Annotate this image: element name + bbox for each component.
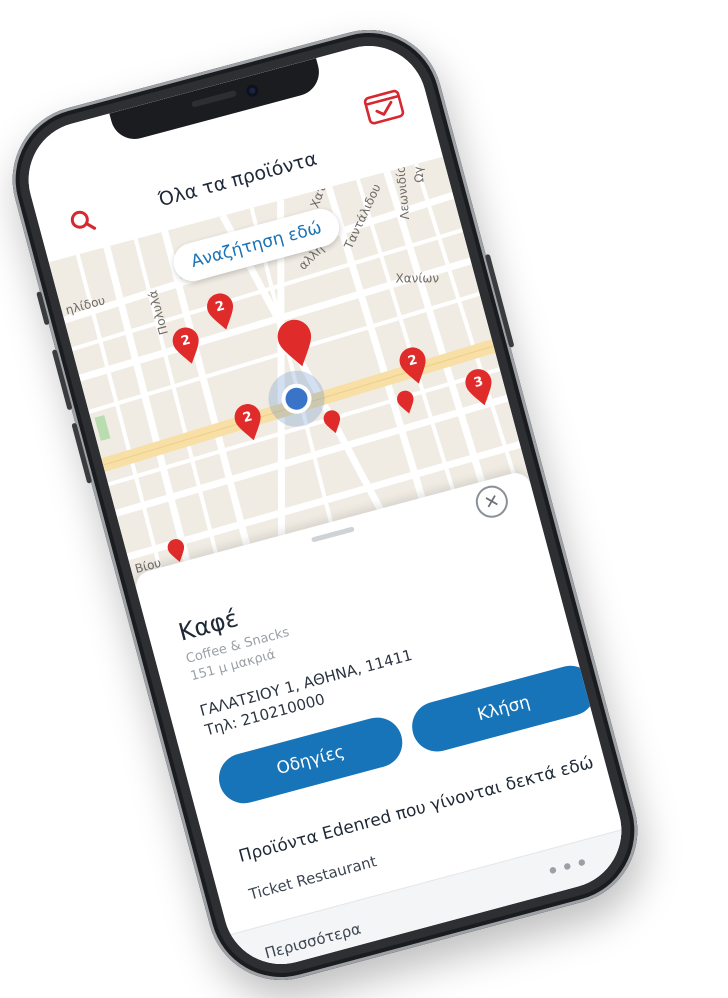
drag-handle[interactable] [310,526,355,543]
mute-switch [36,291,50,326]
close-icon: ✕ [481,489,502,514]
street-label: Ωγ [411,165,427,184]
user-location-dot [283,385,311,413]
earpiece-speaker [191,90,238,108]
call-button[interactable]: Κλήση [406,660,602,758]
more-dots-icon[interactable]: ••• [544,850,594,886]
close-button[interactable]: ✕ [472,482,512,522]
phone-mockup: Όλα τα προϊόντα ηλίδου Πολυλά Β. Χατζή Τ… [0,13,654,997]
street-label: Χανίων [395,271,440,286]
volume-down-button [71,422,93,484]
volume-up-button [51,349,73,411]
card-button[interactable] [360,86,407,129]
front-camera [244,83,260,99]
more-label: Περισσότερα [262,919,363,963]
card-check-icon [363,89,405,125]
phone-screen: Όλα τα προϊόντα ηλίδου Πολυλά Β. Χατζή Τ… [15,32,635,978]
